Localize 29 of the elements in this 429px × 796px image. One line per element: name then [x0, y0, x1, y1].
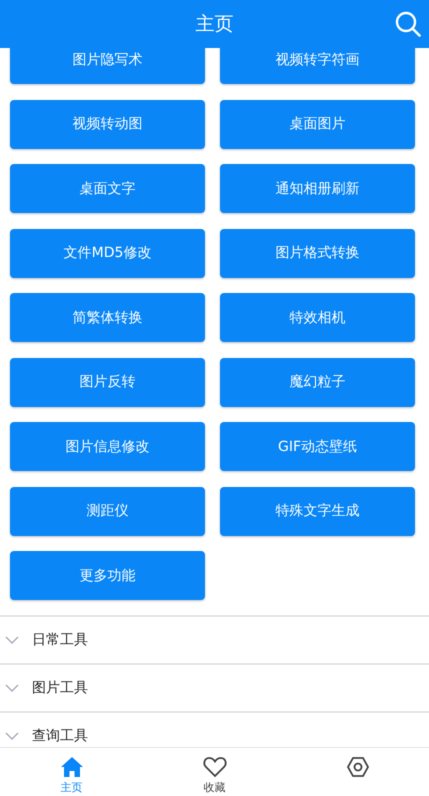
- tool-button[interactable]: 特效相机: [220, 293, 415, 342]
- category-row[interactable]: 日常工具: [0, 617, 429, 665]
- home-icon: [60, 756, 84, 778]
- tool-button[interactable]: 简繁体转换: [10, 293, 205, 342]
- tool-button[interactable]: 图片格式转换: [220, 228, 415, 278]
- chevron-down-icon: [5, 636, 19, 644]
- tool-button[interactable]: 测距仪: [10, 486, 205, 536]
- tool-button[interactable]: 桌面文字: [10, 164, 205, 213]
- tool-button[interactable]: 图片反转: [10, 358, 205, 406]
- tool-button[interactable]: GIF动态壁纸: [220, 422, 415, 471]
- tool-button[interactable]: 视频转动图: [10, 100, 205, 148]
- nav-tab[interactable]: 收藏: [143, 748, 286, 796]
- nav-tab[interactable]: 主页: [0, 748, 143, 796]
- tool-button[interactable]: 桌面图片: [220, 100, 415, 148]
- tool-button[interactable]: 文件MD5修改: [10, 228, 205, 278]
- tool-button[interactable]: 图片信息修改: [10, 422, 205, 471]
- page-title: 主页: [196, 12, 234, 37]
- tool-button[interactable]: 通知相册刷新: [220, 164, 415, 213]
- tool-button[interactable]: 图片隐写术: [10, 48, 205, 84]
- search-icon[interactable]: [395, 11, 421, 37]
- tool-button[interactable]: 视频转字符画: [220, 48, 415, 84]
- tool-button[interactable]: 更多功能: [10, 551, 205, 600]
- tool-button[interactable]: 魔幻粒子: [220, 358, 415, 406]
- gear-icon: [346, 756, 370, 778]
- chevron-down-icon: [5, 732, 19, 740]
- tool-button[interactable]: 特殊文字生成: [220, 486, 415, 536]
- category-row[interactable]: 图片工具: [0, 665, 429, 713]
- chevron-down-icon: [5, 684, 19, 692]
- heart-icon: [202, 756, 226, 778]
